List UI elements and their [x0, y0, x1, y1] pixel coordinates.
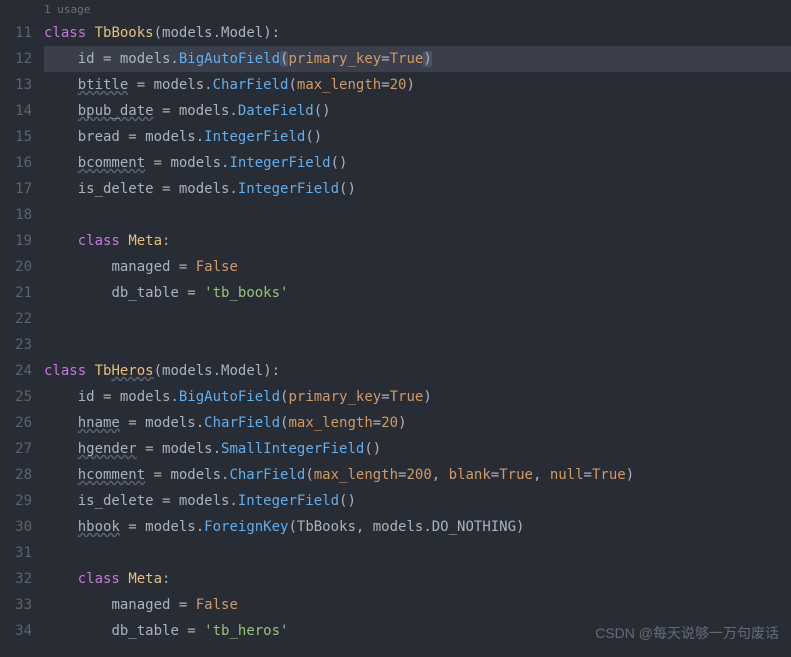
code-content[interactable]: 1 usage class TbBooks(models.Model): id …	[40, 0, 791, 657]
line-number: 23	[4, 332, 32, 358]
line-number: 24	[4, 358, 32, 384]
code-line[interactable]: hname = models.CharField(max_length=20)	[44, 410, 791, 436]
code-line[interactable]: is_delete = models.IntegerField()	[44, 176, 791, 202]
code-line[interactable]	[44, 202, 791, 228]
code-editor[interactable]: 11 12 13 14 15 16 17 18 19 20 21 22 23 2…	[0, 0, 791, 657]
line-number: 19	[4, 228, 32, 254]
code-line[interactable]	[44, 306, 791, 332]
line-number: 12	[4, 46, 32, 72]
code-line[interactable]: managed = False	[44, 254, 791, 280]
line-number: 20	[4, 254, 32, 280]
line-number: 13	[4, 72, 32, 98]
line-number: 11	[4, 20, 32, 46]
line-number-gutter: 11 12 13 14 15 16 17 18 19 20 21 22 23 2…	[0, 0, 40, 657]
code-line[interactable]: bread = models.IntegerField()	[44, 124, 791, 150]
line-number: 18	[4, 202, 32, 228]
line-number: 26	[4, 410, 32, 436]
code-line[interactable]: btitle = models.CharField(max_length=20)	[44, 72, 791, 98]
code-line[interactable]: class Meta:	[44, 566, 791, 592]
line-number: 16	[4, 150, 32, 176]
code-line[interactable]: class TbHeros(models.Model):	[44, 358, 791, 384]
line-number: 29	[4, 488, 32, 514]
line-number: 34	[4, 618, 32, 644]
code-line[interactable]: hcomment = models.CharField(max_length=2…	[44, 462, 791, 488]
line-number: 27	[4, 436, 32, 462]
code-line[interactable]: bcomment = models.IntegerField()	[44, 150, 791, 176]
code-line[interactable]: class TbBooks(models.Model):	[44, 20, 791, 46]
usage-hint[interactable]: 1 usage	[44, 0, 791, 20]
line-number: 33	[4, 592, 32, 618]
code-line[interactable]: hgender = models.SmallIntegerField()	[44, 436, 791, 462]
code-line-current[interactable]: id = models.BigAutoField(primary_key=Tru…	[44, 46, 791, 72]
line-number: 15	[4, 124, 32, 150]
line-number: 14	[4, 98, 32, 124]
code-line[interactable]: managed = False	[44, 592, 791, 618]
line-number: 22	[4, 306, 32, 332]
code-line[interactable]: class Meta:	[44, 228, 791, 254]
line-number: 30	[4, 514, 32, 540]
watermark: CSDN @每天说够一万句废话	[595, 623, 779, 643]
line-number: 31	[4, 540, 32, 566]
line-number: 17	[4, 176, 32, 202]
code-line[interactable]	[44, 540, 791, 566]
code-line[interactable]	[44, 332, 791, 358]
code-line[interactable]: hbook = models.ForeignKey(TbBooks, model…	[44, 514, 791, 540]
line-number: 21	[4, 280, 32, 306]
code-line[interactable]: is_delete = models.IntegerField()	[44, 488, 791, 514]
line-number: 28	[4, 462, 32, 488]
code-line[interactable]: db_table = 'tb_books'	[44, 280, 791, 306]
code-line[interactable]: bpub_date = models.DateField()	[44, 98, 791, 124]
line-number: 32	[4, 566, 32, 592]
line-number: 25	[4, 384, 32, 410]
code-line[interactable]: id = models.BigAutoField(primary_key=Tru…	[44, 384, 791, 410]
